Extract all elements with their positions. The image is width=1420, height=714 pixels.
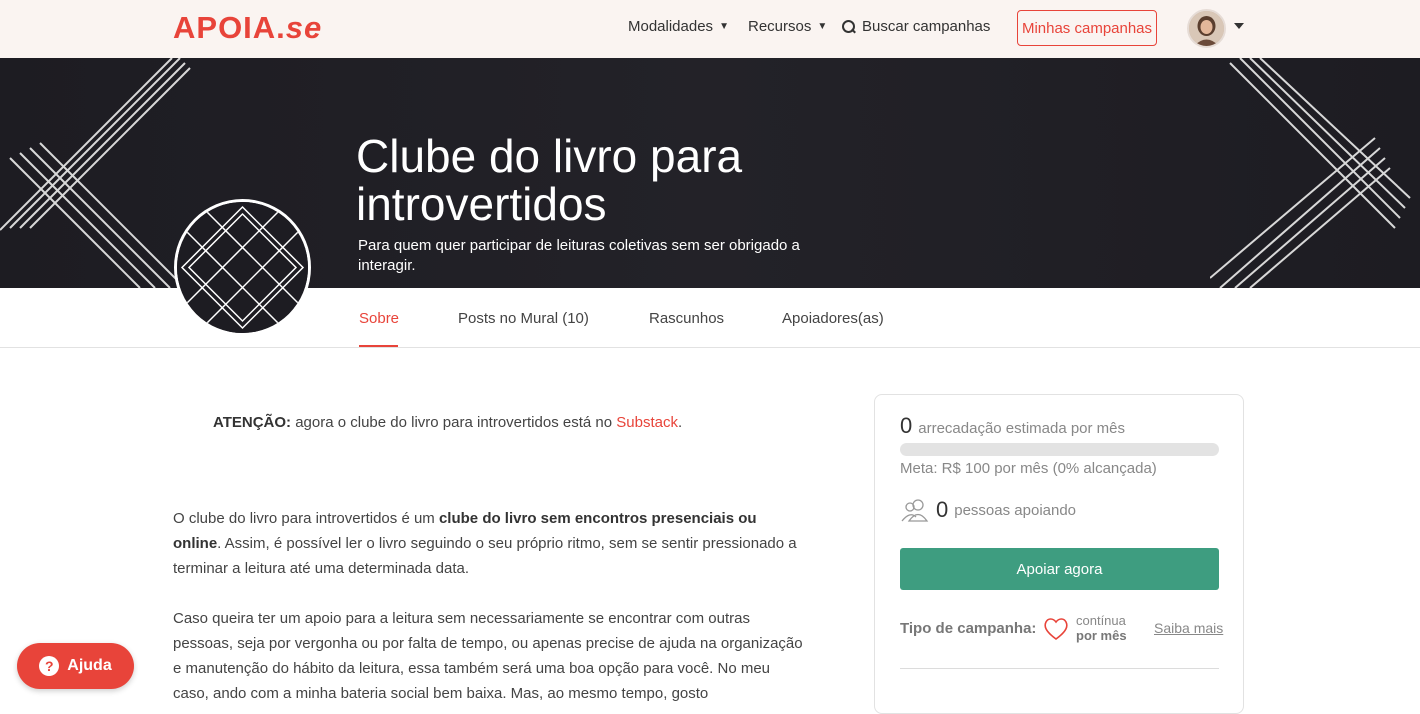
help-label: Ajuda <box>67 657 112 674</box>
campaign-subtitle: Para quem quer participar de leituras co… <box>358 237 800 274</box>
raised-value: 0 <box>900 413 913 438</box>
campaign-stats-card: 0 arrecadação estimada por mês Meta: R$ … <box>874 394 1244 714</box>
attention-end: . <box>677 414 683 431</box>
nav-recursos-label: Recursos <box>748 18 812 35</box>
search-campaigns-label: Buscar campanhas <box>862 18 991 35</box>
campaign-type-label: Tipo de campanha: <box>900 620 1037 637</box>
campaign-avatar <box>174 199 311 336</box>
description-paragraph-2: Caso queira ter um apoio para a leitura … <box>173 610 803 702</box>
user-avatar[interactable] <box>1187 9 1226 48</box>
support-now-button[interactable]: Apoiar agora <box>900 548 1219 590</box>
raised-row: 0 arrecadação estimada por mês <box>900 413 1125 439</box>
tab-sobre[interactable]: Sobre <box>359 310 399 327</box>
attention-notice: ATENÇÃO: agora o clube do livro para int… <box>213 414 682 431</box>
apoiase-logo[interactable]: APOIA.se <box>173 10 322 46</box>
goal-progress-bar <box>900 443 1219 456</box>
my-campaigns-button[interactable]: Minhas campanhas <box>1017 10 1157 46</box>
tab-apoiadores[interactable]: Apoiadores(as) <box>782 310 884 327</box>
raised-label: arrecadação estimada por mês <box>918 420 1126 437</box>
campaign-title: Clube do livro para introvertidos <box>356 130 743 230</box>
nav-modalidades[interactable]: Modalidades ▼ <box>628 18 729 35</box>
attention-label: ATENÇÃO: <box>213 414 292 431</box>
substack-link[interactable]: Substack <box>616 414 678 431</box>
nav-modalidades-label: Modalidades <box>628 18 714 35</box>
campaign-type-value: contínua por mês <box>1076 613 1127 643</box>
supporters-row: 0 pessoas apoiando <box>900 497 1076 523</box>
right-decoration-lines-icon <box>1210 58 1411 288</box>
p1-end-text: . Assim, é possível ler o livro seguindo… <box>173 535 797 577</box>
avatar-icon <box>1189 11 1224 46</box>
supporters-count: 0 <box>936 497 949 522</box>
campaign-type-line1: contínua <box>1076 613 1126 628</box>
supporters-label: pessoas apoiando <box>954 501 1077 519</box>
search-campaigns-link[interactable]: Buscar campanhas <box>842 18 990 35</box>
goal-meta-text: Meta: R$ 100 por mês (0% alcançada) <box>900 460 1157 477</box>
p1-text: O clube do livro para introvertidos é um <box>173 510 439 527</box>
nav-recursos[interactable]: Recursos ▼ <box>748 18 827 35</box>
description-paragraph-1: O clube do livro para introvertidos é um… <box>173 506 808 581</box>
people-icon <box>901 499 929 522</box>
avatar-menu-caret-icon[interactable] <box>1234 23 1244 29</box>
help-question-icon: ? <box>39 656 60 676</box>
search-icon <box>842 19 856 34</box>
help-button[interactable]: ? Ajuda <box>17 643 134 689</box>
heart-icon <box>1044 618 1068 640</box>
tab-rascunhos[interactable]: Rascunhos <box>649 310 724 327</box>
caret-down-icon: ▼ <box>817 21 828 32</box>
learn-more-link[interactable]: Saiba mais <box>1154 620 1223 636</box>
attention-text: agora o clube do livro para introvertido… <box>291 414 617 431</box>
tab-posts-mural[interactable]: Posts no Mural (10) <box>458 310 589 327</box>
active-tab-indicator <box>359 345 398 347</box>
caret-down-icon: ▼ <box>719 21 729 32</box>
top-navbar: APOIA.se Modalidades ▼ Recursos ▼ Buscar… <box>0 0 1420 58</box>
campaign-logo-icon <box>177 202 308 333</box>
campaign-type-line2: por mês <box>1076 628 1127 643</box>
card-divider <box>900 668 1219 669</box>
